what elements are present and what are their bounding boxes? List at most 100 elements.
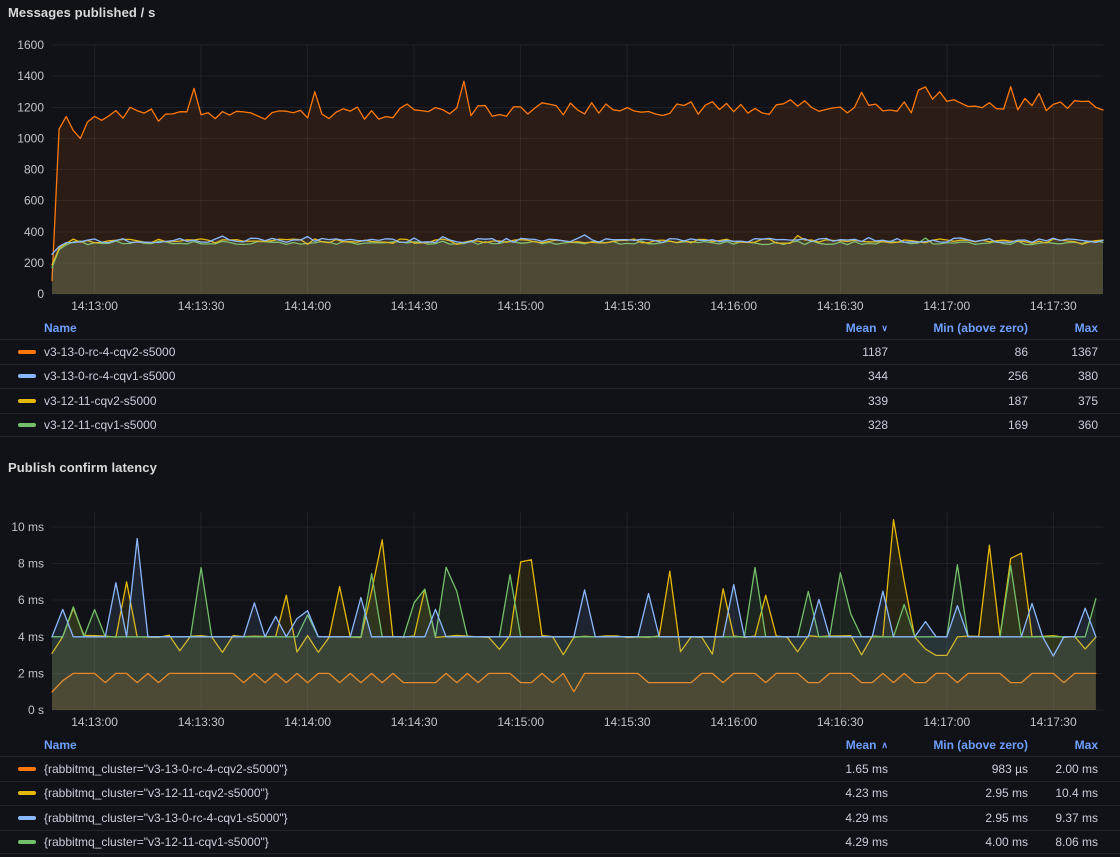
legend-row: v3-13-0-rc-4-cqv2-s5000 1187861367 xyxy=(0,339,1120,364)
y-axis-tick-label: 1400 xyxy=(17,69,44,83)
series-name[interactable]: v3-12-11-cqv1-s5000 xyxy=(44,418,157,432)
max-value: 8.06 ms xyxy=(1028,835,1098,849)
series-name[interactable]: v3-13-0-rc-4-cqv1-s5000 xyxy=(44,369,175,383)
grafana-dashboard: Messages published / s 0 200 400 600 800 1000… xyxy=(0,0,1120,857)
series-name[interactable]: v3-12-11-cqv2-s5000 xyxy=(44,394,157,408)
legend-header-row: Name Mean∧ Min (above zero) Max xyxy=(0,733,1120,756)
series-color-swatch-icon xyxy=(18,791,36,795)
y-axis-tick-label: 8 ms xyxy=(18,557,44,571)
y-axis-tick-label: 400 xyxy=(24,225,44,239)
x-axis-tick-label: 14:16:00 xyxy=(710,715,757,729)
x-axis-tick-label: 14:17:00 xyxy=(923,715,970,729)
x-axis-tick-label: 14:15:30 xyxy=(604,715,651,729)
mean-value: 328 xyxy=(738,418,888,432)
legend-row: v3-13-0-rc-4-cqv1-s5000 344256380 xyxy=(0,364,1120,389)
y-axis-tick-label: 10 ms xyxy=(11,520,44,534)
series-name[interactable]: {rabbitmq_cluster="v3-13-0-rc-4-cqv1-s50… xyxy=(44,811,288,825)
legend-row: v3-12-11-cqv1-s5000 328169360 xyxy=(0,413,1120,438)
y-axis-tick-label: 1000 xyxy=(17,131,44,145)
x-axis-tick-label: 14:15:00 xyxy=(497,299,544,313)
legend-row: {rabbitmq_cluster="v3-12-11-cqv2-s5000"}… xyxy=(0,781,1120,806)
min-value: 86 xyxy=(888,345,1028,359)
sort-asc-caret-icon: ∧ xyxy=(881,740,888,750)
max-value: 380 xyxy=(1028,369,1098,383)
x-axis-tick-label: 14:16:00 xyxy=(710,299,757,313)
series-color-swatch-icon xyxy=(18,423,36,427)
x-axis-tick-label: 14:14:00 xyxy=(284,715,331,729)
legend-header-row: Name Mean∨ Min (above zero) Max xyxy=(0,316,1120,339)
y-axis-tick-label: 1600 xyxy=(17,38,44,52)
series-name[interactable]: {rabbitmq_cluster="v3-13-0-rc-4-cqv2-s50… xyxy=(44,762,288,776)
x-axis-tick-label: 14:13:00 xyxy=(71,715,118,729)
series-area-fill xyxy=(52,235,1103,294)
series-color-swatch-icon xyxy=(18,840,36,844)
legend-col-name[interactable]: Name xyxy=(44,738,77,752)
panel-title-publish-confirm-latency[interactable]: Publish confirm latency xyxy=(8,460,157,475)
min-value: 187 xyxy=(888,394,1028,408)
y-axis-tick-label: 600 xyxy=(24,194,44,208)
legend-col-min[interactable]: Min (above zero) xyxy=(888,321,1028,335)
min-value: 256 xyxy=(888,369,1028,383)
x-axis-tick-label: 14:15:00 xyxy=(497,715,544,729)
legend-row: {rabbitmq_cluster="v3-12-11-cqv1-s5000"}… xyxy=(0,830,1120,855)
legend-col-min[interactable]: Min (above zero) xyxy=(888,738,1028,752)
y-axis-tick-label: 1200 xyxy=(17,100,44,114)
series-color-swatch-icon xyxy=(18,816,36,820)
max-value: 2.00 ms xyxy=(1028,762,1098,776)
min-value: 2.95 ms xyxy=(888,786,1028,800)
sort-desc-caret-icon: ∨ xyxy=(881,323,888,333)
max-value: 360 xyxy=(1028,418,1098,432)
mean-value: 4.23 ms xyxy=(738,786,888,800)
mean-value: 1.65 ms xyxy=(738,762,888,776)
x-axis-tick-label: 14:16:30 xyxy=(817,299,864,313)
x-axis-tick-label: 14:17:30 xyxy=(1030,715,1077,729)
messages-published-legend: Name Mean∨ Min (above zero) Max v3-13-0-… xyxy=(0,316,1120,437)
y-axis-tick-label: 0 xyxy=(37,287,44,301)
mean-value: 4.29 ms xyxy=(738,811,888,825)
mean-value: 344 xyxy=(738,369,888,383)
series-name[interactable]: {rabbitmq_cluster="v3-12-11-cqv1-s5000"} xyxy=(44,835,269,849)
y-axis-tick-label: 4 ms xyxy=(18,630,44,644)
legend-col-max[interactable]: Max xyxy=(1028,738,1098,752)
panel-title-messages-published[interactable]: Messages published / s xyxy=(8,5,155,20)
max-value: 10.4 ms xyxy=(1028,786,1098,800)
series-color-swatch-icon xyxy=(18,350,36,354)
series-name[interactable]: {rabbitmq_cluster="v3-12-11-cqv2-s5000"} xyxy=(44,786,269,800)
mean-value: 1187 xyxy=(738,345,888,359)
series-color-swatch-icon xyxy=(18,767,36,771)
series-name[interactable]: v3-13-0-rc-4-cqv2-s5000 xyxy=(44,345,175,359)
legend-col-name[interactable]: Name xyxy=(44,321,77,335)
legend-col-mean[interactable]: Mean∧ xyxy=(738,738,888,752)
messages-published-chart-canvas[interactable]: 0 200 400 600 800 1000 1200 1400 1600 14:13:00 14:… xyxy=(0,36,1120,316)
x-axis-tick-label: 14:15:30 xyxy=(604,299,651,313)
y-axis-tick-label: 200 xyxy=(24,256,44,270)
max-value: 1367 xyxy=(1028,345,1098,359)
x-axis-tick-label: 14:14:00 xyxy=(284,299,331,313)
publish-confirm-latency-legend: Name Mean∧ Min (above zero) Max {rabbitm… xyxy=(0,733,1120,854)
mean-value: 339 xyxy=(738,394,888,408)
min-value: 2.95 ms xyxy=(888,811,1028,825)
legend-col-max[interactable]: Max xyxy=(1028,321,1098,335)
legend-row: {rabbitmq_cluster="v3-13-0-rc-4-cqv1-s50… xyxy=(0,805,1120,830)
legend-col-mean[interactable]: Mean∨ xyxy=(738,321,888,335)
mean-value: 4.29 ms xyxy=(738,835,888,849)
x-axis-tick-label: 14:14:30 xyxy=(391,715,438,729)
series-color-swatch-icon xyxy=(18,374,36,378)
x-axis-tick-label: 14:13:30 xyxy=(178,715,225,729)
y-axis-tick-label: 800 xyxy=(24,163,44,177)
max-value: 375 xyxy=(1028,394,1098,408)
x-axis-tick-label: 14:17:30 xyxy=(1030,299,1077,313)
x-axis-tick-label: 14:17:00 xyxy=(923,299,970,313)
y-axis-tick-label: 2 ms xyxy=(18,666,44,680)
publish-confirm-latency-chart-canvas[interactable]: 0 s2 ms4 ms6 ms8 ms10 ms14:13:0014:13:30… xyxy=(0,498,1120,730)
min-value: 4.00 ms xyxy=(888,835,1028,849)
min-value: 983 µs xyxy=(888,762,1028,776)
min-value: 169 xyxy=(888,418,1028,432)
series-color-swatch-icon xyxy=(18,399,36,403)
y-axis-tick-label: 6 ms xyxy=(18,593,44,607)
x-axis-tick-label: 14:13:00 xyxy=(71,299,118,313)
x-axis-tick-label: 14:13:30 xyxy=(178,299,225,313)
legend-row: v3-12-11-cqv2-s5000 339187375 xyxy=(0,388,1120,413)
x-axis-tick-label: 14:16:30 xyxy=(817,715,864,729)
max-value: 9.37 ms xyxy=(1028,811,1098,825)
